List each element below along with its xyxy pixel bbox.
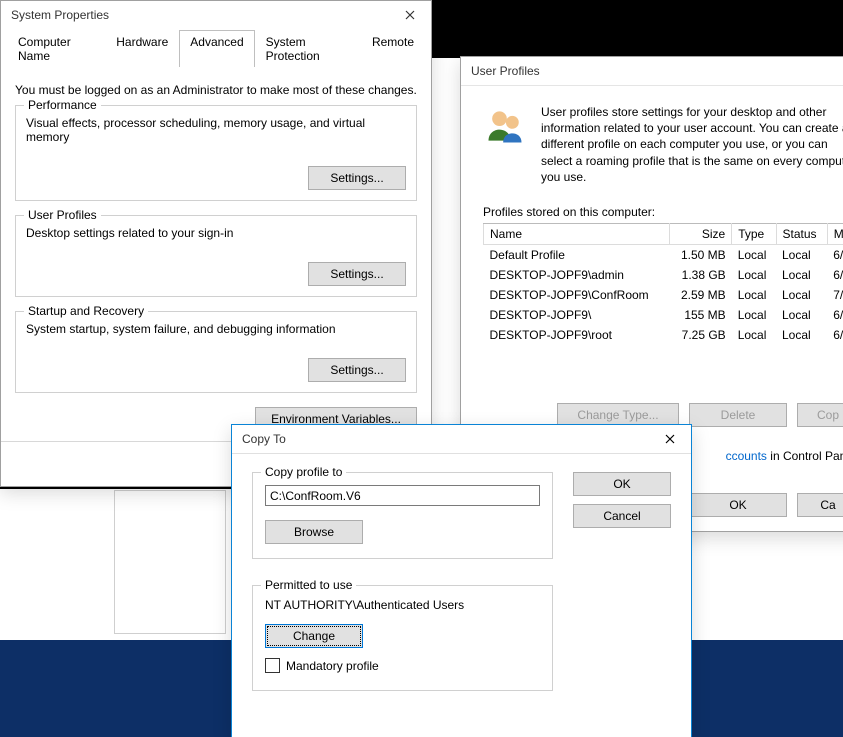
cell-m: 6/2 (827, 244, 843, 265)
copy-to-button[interactable]: Cop (797, 403, 843, 427)
group-permitted-to-use: Permitted to use NT AUTHORITY\Authentica… (252, 585, 553, 691)
cell-name: DESKTOP-JOPF9\admin (484, 265, 670, 285)
table-row[interactable]: DESKTOP-JOPF9\admin1.38 GBLocalLocal6/1 (484, 265, 843, 285)
cell-type: Local (732, 305, 776, 325)
table-row[interactable]: DESKTOP-JOPF9\ConfRoom2.59 MBLocalLocal7… (484, 285, 843, 305)
cell-name: DESKTOP-JOPF9\ConfRoom (484, 285, 670, 305)
browse-button[interactable]: Browse (265, 520, 363, 544)
col-size[interactable]: Size (670, 223, 732, 244)
cell-size: 1.38 GB (670, 265, 732, 285)
ok-button[interactable]: OK (573, 472, 671, 496)
tab-remote[interactable]: Remote (361, 30, 425, 67)
group-legend: Startup and Recovery (24, 304, 148, 318)
col-modified[interactable]: M (827, 223, 843, 244)
user-accounts-link[interactable]: ccounts (726, 449, 767, 463)
tabs: Computer Name Hardware Advanced System P… (7, 29, 425, 67)
group-performance: Performance Visual effects, processor sc… (15, 105, 417, 201)
cancel-button[interactable]: Ca (797, 493, 843, 517)
cell-status: Local (776, 265, 827, 285)
permitted-user: NT AUTHORITY\Authenticated Users (265, 598, 540, 612)
cell-status: Local (776, 285, 827, 305)
cell-m: 6/8 (827, 325, 843, 345)
col-type[interactable]: Type (732, 223, 776, 244)
group-legend: Performance (24, 98, 101, 112)
cell-m: 6/2 (827, 305, 843, 325)
background-card (114, 490, 226, 634)
user-profiles-settings-button[interactable]: Settings... (308, 262, 406, 286)
startup-settings-button[interactable]: Settings... (308, 358, 406, 382)
cell-name: DESKTOP-JOPF9\ (484, 305, 670, 325)
col-status[interactable]: Status (776, 223, 827, 244)
tab-hardware[interactable]: Hardware (105, 30, 179, 67)
close-icon[interactable] (655, 428, 685, 450)
delete-button[interactable]: Delete (689, 403, 787, 427)
cell-type: Local (732, 265, 776, 285)
stored-label: Profiles stored on this computer: (483, 205, 843, 219)
group-user-profiles: User Profiles Desktop settings related t… (15, 215, 417, 297)
group-legend: User Profiles (24, 208, 101, 222)
cell-size: 2.59 MB (670, 285, 732, 305)
group-legend: Permitted to use (261, 578, 356, 592)
cell-name: Default Profile (484, 244, 670, 265)
table-row[interactable]: Default Profile1.50 MBLocalLocal6/2 (484, 244, 843, 265)
cancel-button[interactable]: Cancel (573, 504, 671, 528)
tab-advanced[interactable]: Advanced (179, 30, 254, 67)
cell-size: 7.25 GB (670, 325, 732, 345)
close-icon[interactable] (395, 4, 425, 26)
users-icon (483, 104, 527, 148)
group-desc: Desktop settings related to your sign-in (26, 226, 406, 240)
cell-size: 155 MB (670, 305, 732, 325)
window-title: System Properties (11, 8, 109, 22)
cell-status: Local (776, 325, 827, 345)
profiles-table: Name Size Type Status M Default Profile1… (483, 223, 843, 345)
tab-computer-name[interactable]: Computer Name (7, 30, 105, 67)
tab-system-protection[interactable]: System Protection (255, 30, 361, 67)
group-copy-profile-to: Copy profile to Browse (252, 472, 553, 559)
group-desc: System startup, system failure, and debu… (26, 322, 406, 336)
cell-status: Local (776, 244, 827, 265)
window-title: User Profiles (471, 64, 540, 78)
mandatory-profile-checkbox[interactable]: Mandatory profile (265, 658, 379, 673)
cell-status: Local (776, 305, 827, 325)
system-properties-window: System Properties Computer Name Hardware… (0, 0, 432, 487)
cell-m: 6/1 (827, 265, 843, 285)
group-desc: Visual effects, processor scheduling, me… (26, 116, 406, 144)
copy-to-dialog: Copy To Copy profile to Browse Permitted… (231, 424, 692, 737)
window-title: Copy To (242, 432, 286, 446)
checkbox-icon (265, 658, 280, 673)
change-button[interactable]: Change (265, 624, 363, 648)
cell-type: Local (732, 325, 776, 345)
ok-button[interactable]: OK (689, 493, 787, 517)
table-row[interactable]: DESKTOP-JOPF9\155 MBLocalLocal6/2 (484, 305, 843, 325)
checkbox-label: Mandatory profile (286, 659, 379, 673)
performance-settings-button[interactable]: Settings... (308, 166, 406, 190)
group-startup-recovery: Startup and Recovery System startup, sys… (15, 311, 417, 393)
cell-type: Local (732, 285, 776, 305)
cell-size: 1.50 MB (670, 244, 732, 265)
group-legend: Copy profile to (261, 465, 346, 479)
admin-note: You must be logged on as an Administrato… (15, 83, 417, 97)
col-name[interactable]: Name (484, 223, 670, 244)
destination-path-input[interactable] (265, 485, 540, 506)
cell-type: Local (732, 244, 776, 265)
cell-name: DESKTOP-JOPF9\root (484, 325, 670, 345)
table-row[interactable]: DESKTOP-JOPF9\root7.25 GBLocalLocal6/8 (484, 325, 843, 345)
cell-m: 7/9 (827, 285, 843, 305)
description: User profiles store settings for your de… (541, 104, 843, 185)
